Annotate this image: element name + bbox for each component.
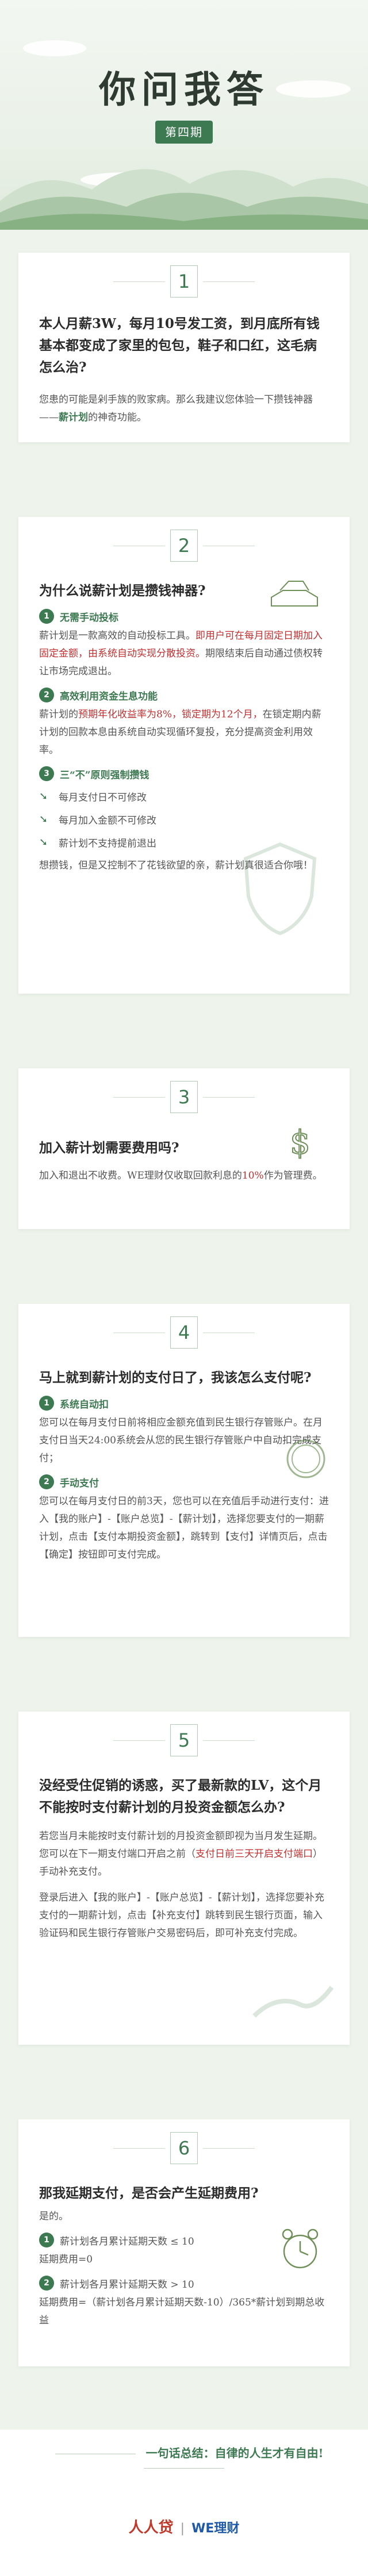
section-text: 您可以在每月支付日的前3天，您也可以在充值后手动进行支付：进入【我的账户】-【账… (39, 1496, 329, 1561)
slogan-text: 一句话总结：自律的人生才有自由! (145, 2446, 324, 2460)
text-part: 薪计划是一款高效的自动投标工具。 (39, 630, 195, 642)
brand-logos: 人人贷 | WE理财 (0, 2516, 368, 2537)
qa-card-5: 5 没经受住促销的诱惑，买了最新款的LV，这个月不能按时支付薪计划的月投资金额怎… (18, 1712, 350, 2045)
question-text: 本人月薪3W，每月10号发工资，到月底所有钱基本都变成了家里的包包，鞋子和口红，… (39, 316, 320, 375)
question-number: 2 (113, 530, 255, 562)
section-text: 薪计划的预期年化收益率为8%，锁定期为12个月，在锁定期内薪计划的回款本息由系统… (39, 706, 329, 759)
text-part: 薪计划的 (39, 709, 78, 720)
section-text: 您可以在每月支付日前将相应金额充值到民生银行存管账户。在月支付日当天24:00系… (39, 1417, 323, 1464)
question-number: 1 (113, 265, 255, 298)
section-title: 系统自动扣 (60, 1399, 109, 1411)
question-text: 那我延期支付，是否会产生延期费用? (39, 2185, 259, 2201)
answer-text: 加入和退出不收费。WE理财仅收取回款利息的10%作为管理费。 (39, 1167, 329, 1185)
answer-intro: 是的。 (39, 2211, 68, 2222)
page-footer: 一句话总结：自律的人生才有自由! 人人贷 | WE理财 (0, 2430, 368, 2576)
section-heading: 1 薪计划各月累计延期天数 ≤ 10 (39, 2233, 329, 2247)
question-number: 5 (113, 1724, 255, 1756)
section-title: 薪计划各月累计延期天数 ≤ 10 (60, 2235, 194, 2247)
answer-text: 登录后进入【我的账户】-【账户总览】-【薪计划】，选择您要补充支付的一期薪计划，… (39, 1892, 324, 1939)
section-text: 延期费用=（薪计划各月累计延期天数-10）/365*薪计划到期总收益 (39, 2297, 325, 2326)
qa-card-1: 1 本人月薪3W，每月10号发工资，到月底所有钱基本都变成了家里的包包，鞋子和口… (18, 253, 350, 442)
section-number: 3 (39, 766, 54, 781)
question-text: 马上就到薪计划的支付日了，我该怎么支付呢? (39, 1370, 312, 1385)
question-number: 6 (113, 2132, 255, 2164)
mountain-illustration (0, 169, 368, 230)
logo-separator: | (180, 2521, 185, 2536)
answer-part: 加入和退出不收费。WE理财仅收取回款利息的 (39, 1170, 242, 1181)
section-number: 2 (39, 688, 54, 702)
rule-item: ➘ 每月加入金额不可修改 (39, 808, 329, 831)
hands-watermark-icon (252, 1986, 334, 2018)
answer-part: 作为管理费。 (263, 1170, 323, 1181)
arrow-icon: ➘ (39, 790, 48, 802)
answer-highlight: 10% (241, 1170, 264, 1181)
section-title: 薪计划各月累计延期天数 > 10 (60, 2278, 194, 2291)
answer-text: 您患的可能是剁手族的败家病。那么我建议您体验一下攒钱神器——薪计划的神奇功能。 (39, 391, 329, 427)
section-heading: 2 手动支付 (39, 1474, 329, 1489)
qa-card-6: 6 那我延期支付，是否会产生延期费用? 是的。 1 薪计划各月累计延期天数 ≤ 1… (18, 2119, 350, 2366)
page-header: 你问我答 第四期 (0, 0, 368, 230)
section-heading: 3 三“不”原则强制攒钱 (39, 766, 329, 781)
rule-item: ➘ 每月支付日不可修改 (39, 785, 329, 808)
question-text: 没经受住促销的诱惑，买了最新款的LV，这个月不能按时支付薪计划的月投资金额怎么办… (39, 1778, 322, 1815)
question-text: 为什么说薪计划是攒钱神器? (39, 583, 206, 598)
qa-card-3: 3 $ 加入薪计划需要费用吗? 加入和退出不收费。WE理财仅收取回款利息的10%… (18, 1068, 350, 1229)
section-number: 1 (39, 2233, 54, 2247)
rule-text: 薪计划不支持提前退出 (59, 837, 156, 849)
section-heading: 1 无需手动投标 (39, 609, 329, 624)
cloud-decoration (23, 40, 86, 56)
arrow-icon: ➘ (39, 813, 48, 825)
section-title: 三“不”原则强制攒钱 (60, 769, 150, 781)
section-text: 薪计划是一款高效的自动投标工具。即用户可在每月固定日期加入固定金额，由系统自动实… (39, 627, 329, 681)
qa-card-4: 4 马上就到薪计划的支付日了，我该怎么支付呢? 1 系统自动扣 您可以在每月支付日… (18, 1304, 350, 1637)
slogan: 一句话总结：自律的人生才有自由! (0, 2444, 368, 2474)
rule-text: 每月加入金额不可修改 (59, 814, 156, 827)
section-heading: 2 薪计划各月累计延期天数 > 10 (39, 2276, 329, 2291)
page: 你问我答 第四期 1 本人月薪3W，每月10号发工资，到月底所有钱基本都变成了家… (0, 0, 368, 2576)
answer-text: 若您当月未能按时支付薪计划的月投资金额即视为当月发生延期。您可以在下一期支付端口… (39, 1828, 329, 1881)
text-highlight: 预期年化收益率为8%，锁定期为12个月， (78, 709, 263, 720)
section-number: 2 (39, 2276, 54, 2291)
section-text: 延期费用=0 (39, 2254, 93, 2265)
rule-text: 每月支付日不可修改 (59, 791, 147, 804)
section-heading: 1 系统自动扣 (39, 1396, 329, 1411)
section-number: 1 (39, 1396, 54, 1411)
section-number: 2 (39, 1474, 54, 1489)
qa-card-2: 2 为什么说薪计划是攒钱神器? 1 无需手动投标 薪计划是一款高效的自动投标工具。… (18, 517, 350, 994)
question-number: 3 (113, 1081, 255, 1113)
section-title: 高效利用资金生息功能 (60, 690, 158, 702)
question-number: 4 (113, 1316, 255, 1349)
we-licai-logo: WE理财 (191, 2521, 240, 2536)
answer-highlight: 支付日前三天开启支付端口 (195, 1848, 313, 1860)
answer-highlight: 薪计划 (59, 412, 88, 423)
renrendai-logo: 人人贷 (128, 2519, 174, 2536)
answer-part: 的神奇功能。 (88, 412, 147, 423)
closing-text: 想攒钱，但是又控制不了花钱欲望的亲，薪计划真很适合你哦！ (39, 860, 313, 871)
section-heading: 2 高效利用资金生息功能 (39, 688, 329, 702)
arrow-icon: ➘ (39, 836, 48, 848)
section-number: 1 (39, 609, 54, 624)
rule-item: ➘ 薪计划不支持提前退出 (39, 831, 329, 853)
question-text: 加入薪计划需要费用吗? (39, 1140, 179, 1156)
page-title: 你问我答 (99, 68, 269, 111)
section-title: 手动支付 (60, 1477, 99, 1489)
section-title: 无需手动投标 (60, 612, 118, 624)
divider (144, 2468, 224, 2469)
